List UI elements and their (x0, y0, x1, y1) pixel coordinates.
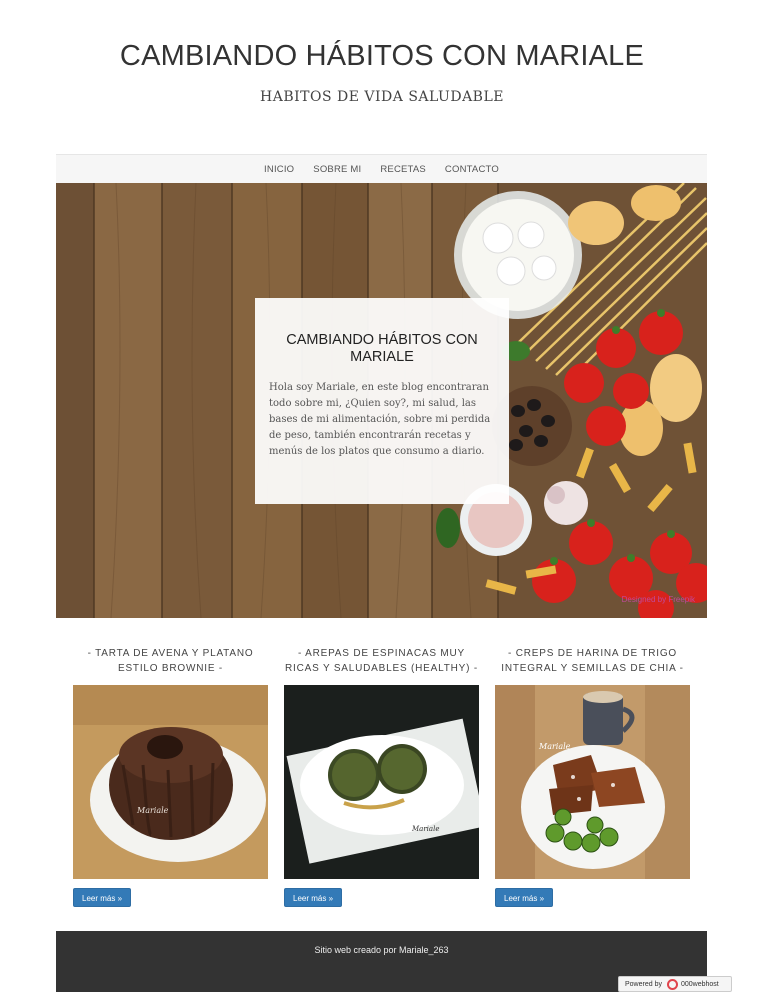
post-title[interactable]: - TARTA DE AVENA Y PLATANO ESTILO BROWNI… (73, 646, 268, 676)
hero-card-title: CAMBIANDO HÁBITOS CON MARIALE (286, 332, 478, 365)
site-title[interactable]: CAMBIANDO HÁBITOS CON MARIALE (0, 40, 764, 73)
nav-item-inicio[interactable]: INICIO (255, 164, 304, 175)
nav-item-recetas[interactable]: RECETAS (371, 164, 436, 175)
post-card: - AREPAS DE ESPINACAS MUY RICAS Y SALUDA… (284, 646, 479, 907)
hosting-badge[interactable]: Powered by 000webhost (618, 976, 732, 992)
hero-banner: CAMBIANDO HÁBITOS CON MARIALE Hola soy M… (56, 183, 707, 618)
read-more-button[interactable]: Leer más » (495, 888, 554, 907)
post-watermark: Mariale (136, 806, 169, 815)
webhost-logo-icon (666, 978, 678, 990)
post-watermark: Mariale (538, 742, 571, 751)
post-title[interactable]: - CREPS DE HARINA DE TRIGO INTEGRAL Y SE… (495, 646, 690, 676)
badge-brand-label: 000webhost (680, 980, 719, 988)
chia-crepes-image: Mariale (495, 685, 690, 879)
brownie-cake-image: Mariale (73, 685, 268, 879)
post-thumbnail[interactable]: Mariale (495, 685, 690, 879)
site-tagline: HABITOS DE VIDA SALUDABLE (260, 89, 504, 105)
main-navbar: INICIO SOBRE MI RECETAS CONTACTO (56, 154, 707, 183)
badge-powered-label: Powered by (625, 980, 662, 988)
nav-item-contacto[interactable]: CONTACTO (435, 164, 508, 175)
post-card: - CREPS DE HARINA DE TRIGO INTEGRAL Y SE… (495, 646, 690, 907)
site-footer: Sitio web creado por Mariale_263 (56, 931, 707, 992)
footer-credit: Sitio web creado por Mariale_263 (314, 945, 449, 955)
spinach-arepas-image: Mariale (284, 685, 479, 879)
post-card: - TARTA DE AVENA Y PLATANO ESTILO BROWNI… (73, 646, 268, 907)
post-thumbnail[interactable]: Mariale (73, 685, 268, 879)
read-more-button[interactable]: Leer más » (284, 888, 343, 907)
hero-card-text: Hola soy Mariale, en este blog encontrar… (269, 382, 491, 457)
hero-intro-card: CAMBIANDO HÁBITOS CON MARIALE Hola soy M… (255, 298, 509, 504)
nav-item-sobre-mi[interactable]: SOBRE MI (304, 164, 371, 175)
post-watermark: Mariale (411, 825, 439, 833)
read-more-button[interactable]: Leer más » (73, 888, 132, 907)
photo-credit-link[interactable]: Designed by Freepik (622, 595, 695, 604)
post-thumbnail[interactable]: Mariale (284, 685, 479, 879)
post-title[interactable]: - AREPAS DE ESPINACAS MUY RICAS Y SALUDA… (284, 646, 479, 676)
